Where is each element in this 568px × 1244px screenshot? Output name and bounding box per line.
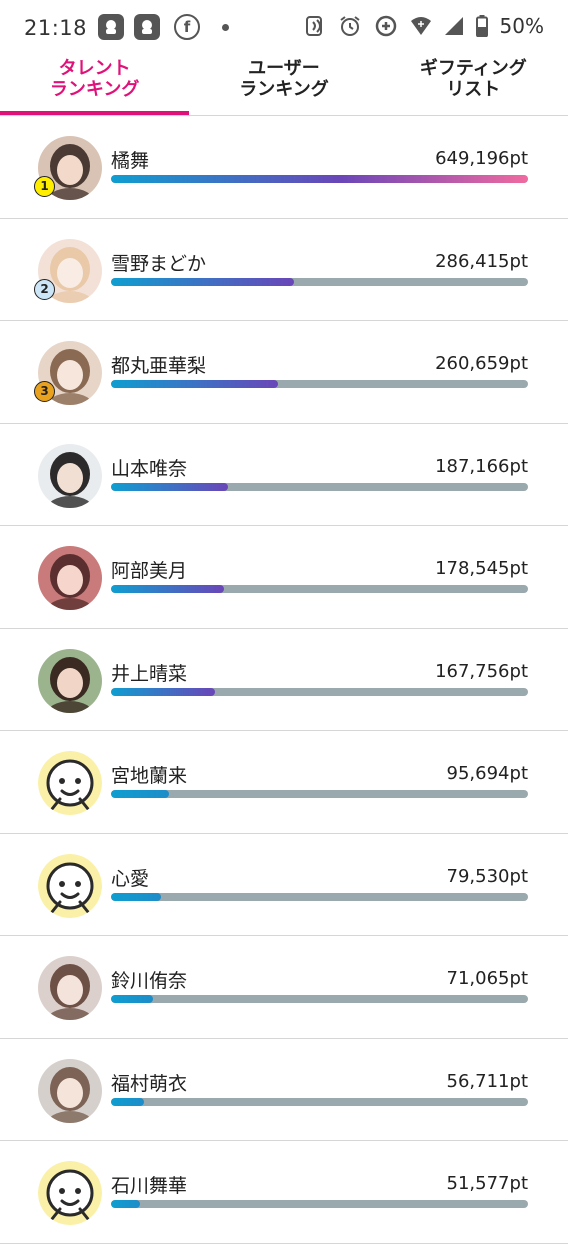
ranking-row[interactable]: 宮地蘭来 95,694pt bbox=[0, 731, 568, 834]
alarm-icon bbox=[339, 16, 360, 36]
tab-talent-ranking[interactable]: タレント ランキング bbox=[0, 58, 189, 114]
rank-badge: 1 bbox=[34, 176, 55, 197]
talent-name: 宮地蘭来 bbox=[111, 765, 188, 787]
points-progress-fill bbox=[111, 585, 224, 593]
talent-points: 178,545pt bbox=[435, 558, 528, 579]
talent-points: 649,196pt bbox=[435, 148, 528, 169]
notification-icons: f bbox=[98, 14, 229, 40]
tab-label-line2: ランキング bbox=[49, 79, 140, 100]
ranking-row[interactable]: 2 雪野まどか 286,415pt bbox=[0, 219, 568, 321]
points-progress-fill bbox=[111, 892, 162, 901]
points-progress-bar bbox=[111, 892, 528, 901]
talent-name: 雪野まどか bbox=[111, 252, 207, 275]
ranking-row[interactable]: 石川舞華 51,577pt bbox=[0, 1141, 568, 1244]
tab-label-line2: リスト bbox=[446, 79, 501, 100]
talent-points: 56,711pt bbox=[446, 1070, 528, 1092]
ranking-list: 1 橘舞 649,196pt 2 雪野まどか 286,415pt 3 都丸亜華梨 260,659… bbox=[0, 116, 568, 1244]
wifi-icon bbox=[410, 17, 431, 35]
talent-name: 山本唯奈 bbox=[111, 457, 188, 480]
talent-points: 79,530pt bbox=[446, 865, 528, 887]
tab-user-ranking[interactable]: ユーザー ランキング bbox=[189, 58, 378, 114]
tab-label-line2: ランキング bbox=[239, 79, 329, 100]
points-progress-bar bbox=[111, 790, 528, 798]
tab-bar: タレント ランキング ユーザー ランキング ギフティング リスト bbox=[0, 58, 568, 114]
points-progress-fill bbox=[111, 482, 228, 491]
signal-icon bbox=[444, 17, 463, 35]
talent-points: 187,166pt bbox=[435, 455, 528, 477]
rank-badge: 2 bbox=[34, 278, 55, 300]
talent-points: 95,694pt bbox=[446, 763, 528, 784]
talent-name: 心愛 bbox=[111, 867, 150, 890]
data-saver-icon bbox=[375, 15, 396, 37]
points-progress-fill bbox=[111, 1097, 145, 1106]
nfc-icon bbox=[305, 16, 322, 36]
points-progress-fill bbox=[111, 1200, 141, 1208]
talent-points: 51,577pt bbox=[446, 1173, 528, 1194]
points-progress-bar bbox=[111, 1097, 528, 1106]
talent-points: 71,065pt bbox=[446, 968, 528, 989]
rank-badge: 3 bbox=[34, 381, 55, 402]
points-progress-fill bbox=[111, 380, 278, 388]
battery-icon bbox=[475, 15, 488, 37]
talent-points: 286,415pt bbox=[435, 250, 528, 272]
talent-name: 都丸亜華梨 bbox=[111, 355, 207, 377]
points-progress-bar bbox=[111, 1200, 528, 1208]
ranking-row[interactable]: 山本唯奈 187,166pt bbox=[0, 424, 568, 526]
battery-percentage: 50% bbox=[499, 14, 544, 38]
points-progress-fill bbox=[111, 995, 153, 1003]
points-progress-bar bbox=[111, 995, 528, 1003]
default-face-icon bbox=[38, 751, 102, 815]
system-icons: 50% bbox=[304, 14, 544, 38]
talent-points: 167,756pt bbox=[435, 660, 528, 682]
ranking-row[interactable]: 1 橘舞 649,196pt bbox=[0, 116, 568, 219]
points-progress-fill bbox=[111, 277, 295, 286]
status-bar: 21:18 f 50% bbox=[0, 0, 568, 58]
app-notification-icon bbox=[134, 14, 160, 40]
points-progress-bar bbox=[111, 482, 528, 491]
ranking-row[interactable]: 3 都丸亜華梨 260,659pt bbox=[0, 321, 568, 424]
talent-photo-avatar bbox=[38, 1058, 102, 1123]
ranking-row[interactable]: 福村萌衣 56,711pt bbox=[0, 1039, 568, 1141]
talent-name: 福村萌衣 bbox=[111, 1072, 188, 1095]
app-notification-icon bbox=[98, 14, 124, 40]
talent-photo-avatar bbox=[38, 443, 102, 508]
talent-photo-avatar bbox=[38, 648, 102, 713]
ranking-row[interactable]: 阿部美月 178,545pt bbox=[0, 526, 568, 629]
talent-photo-avatar bbox=[38, 956, 102, 1020]
points-progress-bar bbox=[111, 585, 528, 593]
tab-label-line1: ギフティング bbox=[419, 58, 527, 79]
tab-label-line1: タレント bbox=[58, 58, 131, 79]
talent-name: 阿部美月 bbox=[111, 560, 188, 582]
talent-photo-avatar bbox=[38, 546, 102, 610]
default-face-icon bbox=[38, 853, 102, 918]
points-progress-bar bbox=[111, 175, 528, 183]
tab-gifting-list[interactable]: ギフティング リスト bbox=[379, 58, 568, 114]
clock: 21:18 bbox=[24, 16, 88, 40]
more-notifications-icon bbox=[222, 23, 229, 31]
points-progress-fill bbox=[111, 687, 216, 696]
talent-name: 井上晴菜 bbox=[111, 662, 188, 685]
ranking-row[interactable]: 井上晴菜 167,756pt bbox=[0, 629, 568, 731]
ranking-row[interactable]: 鈴川侑奈 71,065pt bbox=[0, 936, 568, 1039]
default-face-icon bbox=[38, 1161, 102, 1225]
points-progress-bar bbox=[111, 277, 528, 286]
points-progress-fill bbox=[111, 175, 528, 183]
talent-name: 鈴川侑奈 bbox=[111, 970, 188, 992]
talent-points: 260,659pt bbox=[435, 353, 528, 374]
points-progress-fill bbox=[111, 790, 170, 798]
tab-label-line1: ユーザー bbox=[248, 58, 320, 79]
talent-name: 石川舞華 bbox=[111, 1175, 188, 1197]
talent-name: 橘舞 bbox=[111, 150, 150, 172]
points-progress-bar bbox=[111, 380, 528, 388]
facebook-icon: f bbox=[174, 14, 200, 40]
ranking-row[interactable]: 心愛 79,530pt bbox=[0, 834, 568, 936]
points-progress-bar bbox=[111, 687, 528, 696]
